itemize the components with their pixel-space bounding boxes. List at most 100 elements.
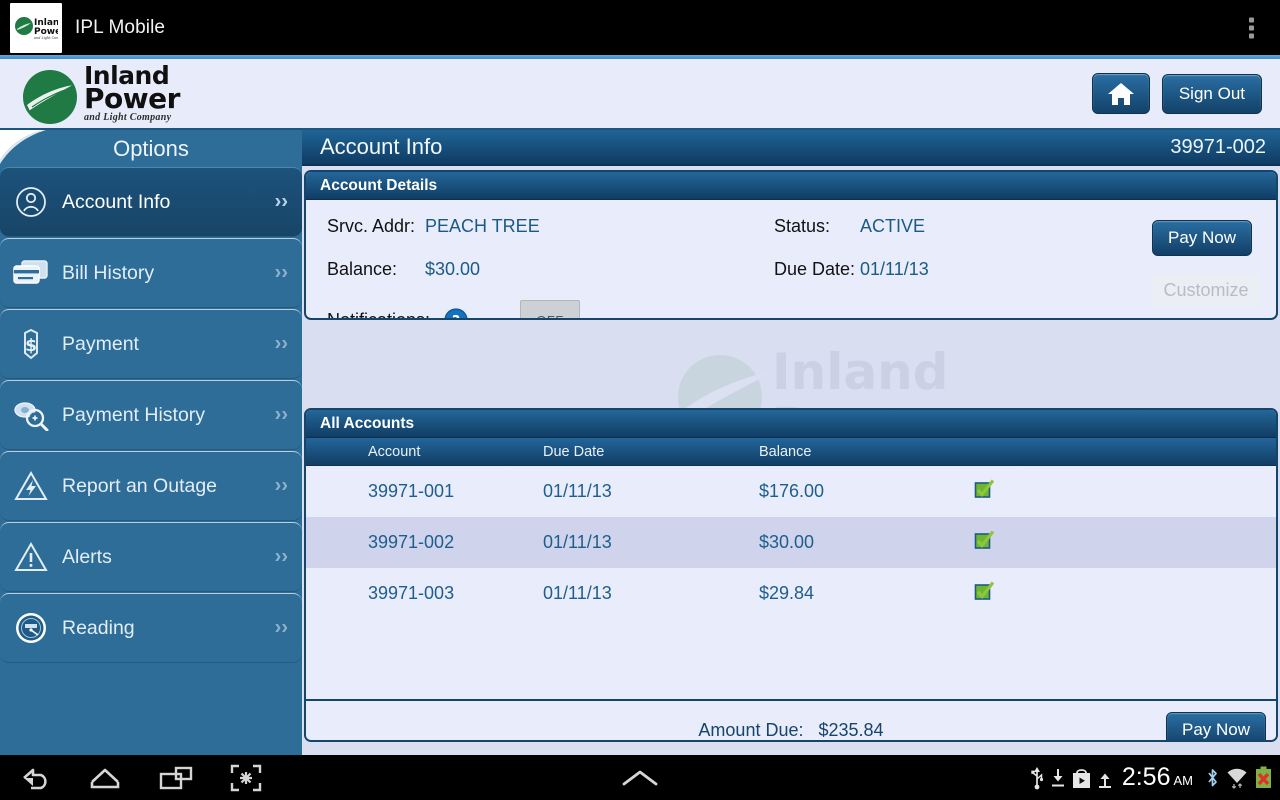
android-title-bar: Inland Power and Light Company IPL Mobil… xyxy=(0,0,1280,55)
cell-account: 39971-001 xyxy=(368,481,455,501)
sign-out-button[interactable]: Sign Out xyxy=(1161,73,1262,114)
sidebar-item-label: Alerts xyxy=(62,545,112,568)
clock-time: 2:56 xyxy=(1121,763,1171,791)
table-row[interactable]: 39971-003 01/11/13 $29.84 xyxy=(306,568,1276,619)
balance-value: $30.00 xyxy=(425,259,481,279)
accounts-table-body: 39971-001 01/11/13 $176.00 39971-002 01/ xyxy=(306,466,1276,699)
app-title: IPL Mobile xyxy=(75,16,166,38)
notifications-row: Notifications: ? OFF xyxy=(327,300,581,320)
clock-ampm: AM xyxy=(1173,773,1194,788)
sidebar-item-payment[interactable]: $ Payment ›› xyxy=(0,309,302,379)
brand-logo: Inland Power and Light Company xyxy=(22,63,180,130)
main-content: Account Info 39971-002 Inland Power Acco… xyxy=(302,130,1280,755)
amount-due-value: $235.84 xyxy=(818,719,884,740)
table-row[interactable]: 39971-002 01/11/13 $30.00 xyxy=(306,517,1276,568)
all-accounts-title: All Accounts xyxy=(320,414,415,432)
help-icon[interactable]: ? xyxy=(444,308,468,320)
account-details-header: Account Details xyxy=(306,172,1276,200)
brand-tagline: and Light Company xyxy=(84,111,172,123)
account-details-right-column: Status: ACTIVE Due Date: 01/11/13 xyxy=(774,216,1134,302)
download-icon xyxy=(1051,767,1065,789)
green-checkbox-icon xyxy=(974,581,995,600)
chevron-right-icon: ›› xyxy=(274,616,288,639)
sidebar-item-label: Account Info xyxy=(62,190,171,213)
amount-due: Amount Due: $235.84 xyxy=(698,720,883,741)
sidebar-item-label: Payment History xyxy=(62,403,206,426)
cell-checkbox[interactable] xyxy=(974,581,1276,606)
meter-icon xyxy=(0,611,62,645)
home-button[interactable] xyxy=(1091,73,1150,114)
pay-now-button-footer[interactable]: Pay Now xyxy=(1166,712,1266,740)
app-root: Inland Power and Light Company IPL Mobil… xyxy=(0,0,1280,800)
status-label: Status: xyxy=(774,216,831,236)
home-icon xyxy=(1107,82,1134,105)
credit-card-icon xyxy=(0,258,62,288)
sidebar-item-alerts[interactable]: Alerts ›› xyxy=(0,522,302,592)
bluetooth-icon xyxy=(1206,767,1219,789)
svg-text:$: $ xyxy=(25,336,37,356)
sidebar-item-account-info[interactable]: Account Info ›› xyxy=(0,167,302,237)
sidebar-item-label: Bill History xyxy=(62,261,155,284)
status-value: ACTIVE xyxy=(860,216,926,236)
outage-bolt-icon xyxy=(0,470,62,502)
due-date-label: Due Date: xyxy=(774,259,856,279)
accounts-table-footer: Amount Due: $235.84 Pay Now xyxy=(306,699,1276,741)
sidebar: Options Account Info ›› Bill History ›› … xyxy=(0,130,302,755)
sidebar-item-bill-history[interactable]: Bill History ›› xyxy=(0,238,302,308)
sidebar-item-reading[interactable]: Reading ›› xyxy=(0,593,302,663)
user-circle-icon xyxy=(0,185,62,219)
cell-due-date: 01/11/13 xyxy=(543,532,612,552)
due-date-row: Due Date: 01/11/13 xyxy=(774,259,1134,280)
sidebar-item-payment-history[interactable]: Payment History ›› xyxy=(0,380,302,450)
all-accounts-header: All Accounts xyxy=(306,410,1276,438)
cell-account: 39971-002 xyxy=(368,532,455,552)
service-address-value: PEACH TREE xyxy=(425,216,540,236)
cell-due-date: 01/11/13 xyxy=(543,583,612,603)
brand-line-2: Power xyxy=(84,82,180,115)
amount-due-label: Amount Due: xyxy=(698,719,804,740)
chevron-right-icon: ›› xyxy=(274,190,288,213)
service-address-row: Srvc. Addr: PEACH TREE xyxy=(327,216,747,237)
screenshot-icon[interactable] xyxy=(230,764,262,792)
chevron-right-icon: ›› xyxy=(274,474,288,497)
table-row[interactable]: 39971-001 01/11/13 $176.00 xyxy=(306,466,1276,517)
money-search-icon xyxy=(0,399,62,431)
android-nav-bar: 2:56 AM xyxy=(0,755,1280,800)
dollar-icon: $ xyxy=(0,327,62,361)
recents-icon[interactable] xyxy=(158,765,194,791)
nav-buttons xyxy=(18,755,262,800)
chevron-right-icon: ›› xyxy=(274,403,288,426)
warning-icon xyxy=(0,541,62,573)
notifications-toggle[interactable]: OFF xyxy=(520,300,581,318)
page-title: Account Info xyxy=(320,134,443,159)
page-curl-decoration xyxy=(0,130,46,164)
status-icons: 2:56 AM xyxy=(1030,755,1272,800)
sidebar-header: Options xyxy=(0,130,302,167)
page-title-bar: Account Info 39971-002 xyxy=(302,130,1280,166)
app-icon: Inland Power and Light Company xyxy=(10,2,62,53)
chevron-right-icon: ›› xyxy=(274,332,288,355)
back-icon[interactable] xyxy=(18,765,52,791)
account-details-card: Account Details Srvc. Addr: PEACH TREE B… xyxy=(304,170,1278,320)
sidebar-item-label: Report an Outage xyxy=(62,474,218,497)
battery-error-icon xyxy=(1255,766,1272,789)
accounts-table-header: Account Due Date Balance xyxy=(306,438,1276,466)
account-details-body: Srvc. Addr: PEACH TREE Balance: $30.00 S… xyxy=(306,200,1276,320)
column-header-due-date: Due Date xyxy=(543,443,605,460)
expand-up-icon[interactable] xyxy=(618,755,662,800)
all-accounts-card: All Accounts Account Due Date Balance 39… xyxy=(304,408,1278,742)
overflow-menu-icon[interactable] xyxy=(1245,13,1258,42)
svg-text:Inland: Inland xyxy=(772,343,948,401)
home-icon[interactable] xyxy=(88,765,122,791)
cell-checkbox[interactable] xyxy=(974,479,1276,504)
account-details-actions: Pay Now Customize xyxy=(1152,220,1262,306)
pay-now-button-details[interactable]: Pay Now xyxy=(1152,220,1252,256)
balance-row: Balance: $30.00 xyxy=(327,259,747,280)
sidebar-title: Options xyxy=(113,135,189,161)
sidebar-item-report-an-outage[interactable]: Report an Outage ›› xyxy=(0,451,302,521)
page-account-number: 39971-002 xyxy=(1170,135,1266,158)
account-details-left-column: Srvc. Addr: PEACH TREE Balance: $30.00 xyxy=(327,216,747,302)
cell-checkbox[interactable] xyxy=(974,530,1276,555)
cell-balance: $29.84 xyxy=(759,583,815,603)
svg-text:?: ? xyxy=(452,314,460,321)
